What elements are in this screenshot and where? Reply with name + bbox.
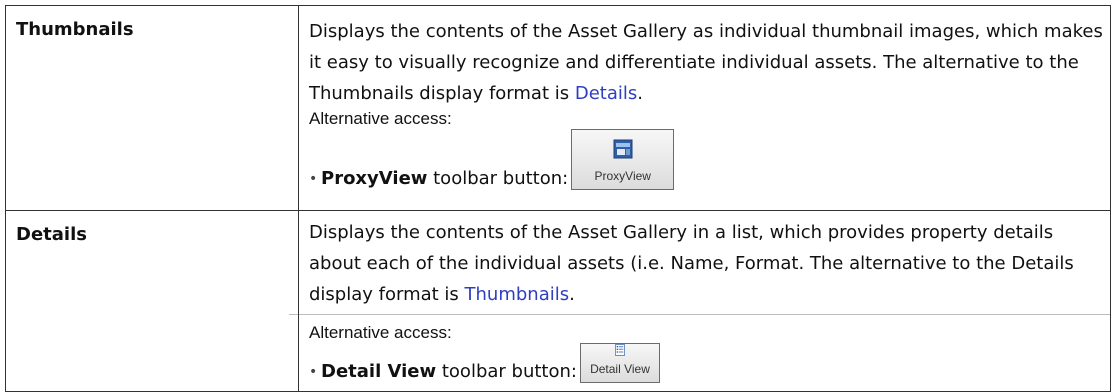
table-row: Thumbnails Displays the contents of the … <box>5 5 1111 211</box>
term-details: Details <box>16 224 87 245</box>
alternative-access-label: Alternative access: <box>309 109 452 128</box>
alternative-access: Alternative access: • ProxyView toolbar … <box>299 109 1110 190</box>
details-link[interactable]: Details <box>575 83 637 104</box>
alternative-access: Alternative access: • Detail View toolba… <box>299 315 1110 383</box>
description-cell: Displays the contents of the Asset Galle… <box>289 210 1111 392</box>
detail-view-button-label: Detail View <box>590 362 650 376</box>
description-end: . <box>637 83 643 104</box>
description-text: Displays the contents of the Asset Galle… <box>299 6 1110 109</box>
definition-table: Thumbnails Displays the contents of the … <box>5 5 1111 392</box>
description-body: Displays the contents of the Asset Galle… <box>309 222 1074 305</box>
proxyview-toolbar-button[interactable]: ProxyView <box>571 129 675 190</box>
alternative-access-item: • Detail View toolbar button: Detail Vie… <box>309 343 1110 383</box>
alternative-access-item: • ProxyView toolbar button: ProxyView <box>309 129 1110 190</box>
bullet: • <box>309 171 318 187</box>
term-thumbnails: Thumbnails <box>16 19 134 40</box>
proxyview-icon <box>613 139 633 159</box>
term-cell: Thumbnails <box>5 5 299 211</box>
proxyview-button-label: ProxyView <box>594 169 651 183</box>
table-row: Details Displays the contents of the Ass… <box>5 210 1111 392</box>
alternative-access-rest: toolbar button: <box>427 168 569 189</box>
alternative-access-name: Detail View <box>321 361 437 382</box>
detail-list-icon <box>614 344 625 356</box>
term-cell: Details <box>5 210 299 392</box>
alternative-access-rest: toolbar button: <box>436 361 577 382</box>
description-cell: Displays the contents of the Asset Galle… <box>298 5 1111 211</box>
alternative-access-label: Alternative access: <box>309 323 452 342</box>
thumbnails-link[interactable]: Thumbnails <box>465 284 570 305</box>
bullet: • <box>309 364 318 380</box>
description-body: Displays the contents of the Asset Galle… <box>309 21 1103 104</box>
alternative-access-name: ProxyView <box>321 168 428 189</box>
description-text: Displays the contents of the Asset Galle… <box>299 211 1110 310</box>
description-end: . <box>569 284 575 305</box>
detail-view-toolbar-button[interactable]: Detail View <box>579 343 660 383</box>
